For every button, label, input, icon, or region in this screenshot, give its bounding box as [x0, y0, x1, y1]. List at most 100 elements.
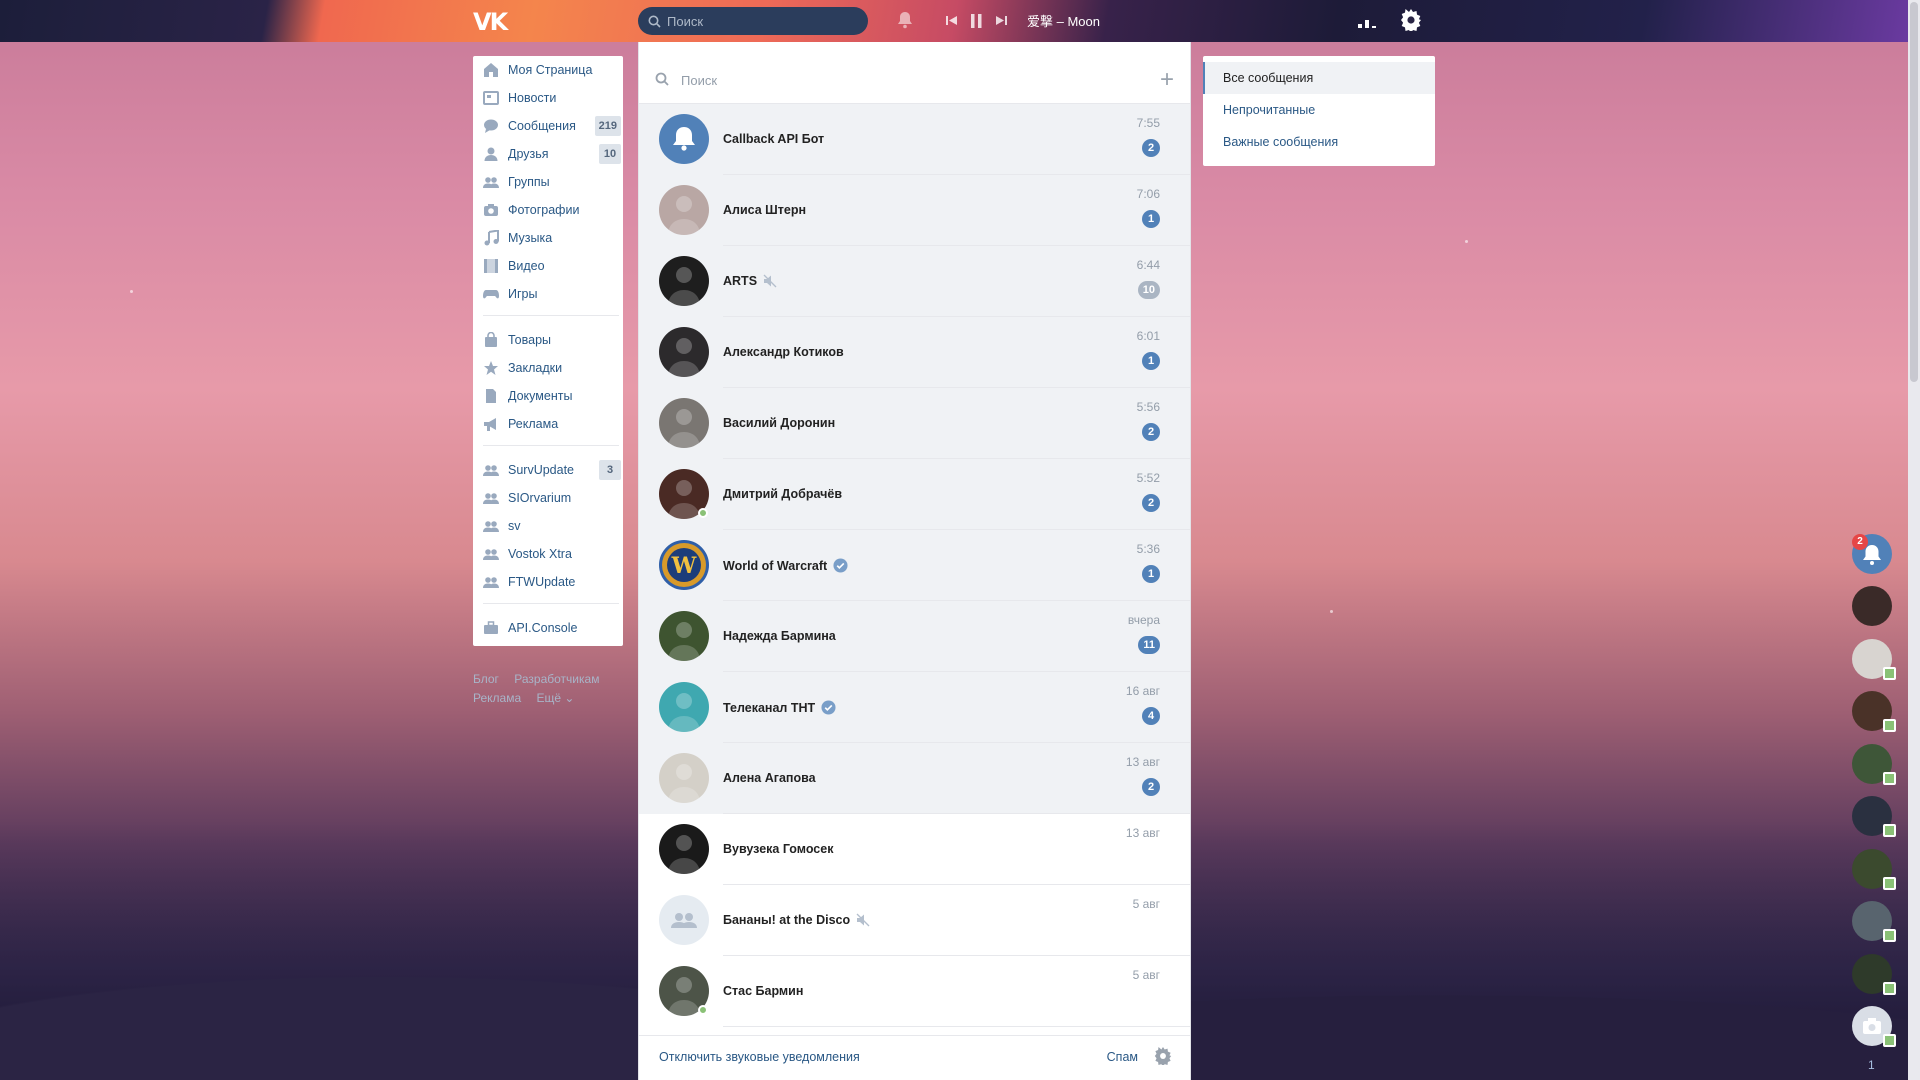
avatar[interactable] — [659, 895, 709, 945]
sidebar-item-label: sv — [508, 519, 521, 533]
svg-text:W: W — [671, 553, 697, 579]
filter-important[interactable]: Важные сообщения — [1203, 126, 1435, 158]
dialog-time: вчера — [1127, 613, 1160, 627]
filter-all-messages[interactable]: Все сообщения — [1203, 62, 1435, 94]
settings-gear-icon[interactable] — [1400, 9, 1422, 31]
page-scrollbar[interactable] — [1908, 0, 1920, 1080]
dialog-row[interactable]: Дмитрий Добрачёв 5:52 2 — [639, 459, 1190, 530]
dialog-row[interactable]: Алена Агапова 13 авг 2 — [639, 743, 1190, 814]
new-message-plus-icon[interactable]: + — [1160, 68, 1174, 92]
sidebar-item-photos[interactable]: Фотографии — [473, 196, 623, 224]
dialog-row[interactable]: Василий Доронин 5:56 2 — [639, 388, 1190, 459]
audio-player: 爱撃 – Moon — [946, 11, 1100, 30]
pause-icon[interactable] — [971, 13, 982, 28]
sidebar-item-label: Музыка — [508, 231, 553, 245]
dialog-name-text: Алена Агапова — [723, 771, 816, 785]
sidebar-item-slorvarium[interactable]: SIOrvarium — [473, 484, 623, 512]
next-track-icon[interactable] — [996, 15, 1007, 26]
footer-link-ads[interactable]: Реклама — [473, 691, 521, 705]
dialog-row[interactable]: Алиса Штерн 7:06 1 — [639, 175, 1190, 246]
avatar[interactable] — [659, 398, 709, 448]
dialog-name-text: Телеканал ТНТ — [723, 701, 816, 715]
dialog-row[interactable]: Надежда Бармина вчера 11 — [639, 601, 1190, 672]
sidebar-item-sv[interactable]: sv — [473, 512, 623, 540]
user-photo-icon — [668, 764, 700, 803]
vk-logo[interactable]: VK — [473, 8, 508, 36]
previous-track-icon[interactable] — [946, 15, 957, 26]
user-photo-icon — [668, 835, 700, 874]
dialog-row[interactable]: Вувузека Гомосек 13 авг — [639, 814, 1190, 885]
sidebar-item-vostok-xtra[interactable]: Vostok Xtra — [473, 540, 623, 568]
avatar[interactable] — [659, 114, 709, 164]
avatar[interactable] — [659, 327, 709, 377]
dialog-name-text: Вувузека Гомосек — [723, 842, 834, 856]
megaphone-icon — [484, 418, 496, 431]
now-playing-track[interactable]: 爱撃 – Moon — [1027, 11, 1100, 30]
sidebar-item-groups[interactable]: Группы — [473, 168, 623, 196]
message-icon — [484, 119, 498, 133]
sidebar-item-label: Друзья — [508, 147, 549, 161]
sidebar-item-label: Новости — [508, 91, 557, 105]
group-icon — [483, 465, 499, 476]
dialog-name: Василий Доронин — [723, 416, 835, 430]
friend-icon — [484, 147, 498, 161]
dialog-name: World of Warcraft — [723, 558, 848, 576]
dialog-row[interactable]: ARTS 6:44 10 — [639, 246, 1190, 317]
sidebar-item-video[interactable]: Видео — [473, 252, 623, 280]
unread-count-badge: 2 — [1142, 494, 1160, 512]
avatar[interactable] — [659, 611, 709, 661]
avatar[interactable] — [659, 824, 709, 874]
avatar[interactable]: W — [659, 540, 709, 590]
user-photo-icon — [668, 196, 700, 235]
notifications-bell-icon[interactable] — [897, 11, 913, 29]
sidebar-item-ftwupdate[interactable]: FTWUpdate — [473, 568, 623, 596]
avatar[interactable] — [659, 256, 709, 306]
footer-link-blog[interactable]: Блог — [473, 672, 499, 686]
sidebar-item-bookmarks[interactable]: Закладки — [473, 354, 623, 382]
dialog-row[interactable]: Телеканал ТНТ 16 авг 4 — [639, 672, 1190, 743]
top-search-input[interactable]: Поиск — [638, 7, 868, 35]
dialog-time: 5:52 — [1136, 471, 1160, 485]
dialog-row[interactable]: W World of Warcraft 5:36 1 — [639, 530, 1190, 601]
dialog-row[interactable]: Бананы! at the Disco 5 авг — [639, 885, 1190, 956]
avatar[interactable] — [659, 753, 709, 803]
dialog-name: Вувузека Гомосек — [723, 842, 833, 856]
sidebar-item-friends[interactable]: Друзья 10 — [473, 140, 623, 168]
scrollbar-thumb[interactable] — [1910, 2, 1918, 382]
sidebar-item-music[interactable]: Музыка — [473, 224, 623, 252]
messages-count-badge: 219 — [594, 116, 621, 136]
sidebar-item-ads[interactable]: Реклама — [473, 410, 623, 438]
dialog-row[interactable]: Callback API Бот 7:55 2 — [639, 104, 1190, 175]
dialog-row[interactable]: Александр Котиков 6:01 1 — [639, 317, 1190, 388]
sidebar-item-documents[interactable]: Документы — [473, 382, 623, 410]
messages-search-bar[interactable]: Поиск + — [639, 56, 1190, 104]
avatar[interactable] — [659, 185, 709, 235]
top-search-placeholder: Поиск — [667, 13, 704, 29]
group-chat-icon — [671, 913, 697, 928]
sidebar-item-my-page[interactable]: Моя Страница — [473, 56, 623, 84]
footer-link-developers[interactable]: Разработчикам — [514, 672, 599, 686]
messages-settings-gear-icon[interactable] — [1154, 1047, 1172, 1065]
signal-bars-icon[interactable] — [1358, 16, 1376, 28]
dialog-row[interactable]: Стас Бармин 5 авг — [639, 956, 1190, 1027]
online-indicator — [1883, 929, 1896, 942]
sidebar-item-api-console[interactable]: API.Console — [473, 614, 623, 642]
avatar[interactable] — [659, 682, 709, 732]
online-indicator — [1883, 1034, 1896, 1047]
filter-unread[interactable]: Непрочитанные — [1203, 94, 1435, 126]
message-filters: Все сообщения Непрочитанные Важные сообщ… — [1203, 56, 1435, 166]
sidebar-item-messages[interactable]: Сообщения 219 — [473, 112, 623, 140]
spam-link[interactable]: Спам — [1107, 1050, 1138, 1064]
dialog-name: Алена Агапова — [723, 771, 816, 785]
sidebar-item-news[interactable]: Новости — [473, 84, 623, 112]
dialog-name-text: Дмитрий Добрачёв — [723, 487, 843, 501]
sidebar-item-games[interactable]: Игры — [473, 280, 623, 308]
sidebar-item-survupdate[interactable]: SurvUpdate 3 — [473, 456, 623, 484]
sidebar-item-label: Документы — [508, 389, 573, 403]
mute-notifications-link[interactable]: Отключить звуковые уведомления — [659, 1050, 860, 1064]
side-friend-avatar[interactable] — [1852, 586, 1892, 626]
footer-link-more[interactable]: Ещё ⌄ — [536, 691, 574, 705]
bag-icon — [485, 332, 497, 347]
sidebar-item-goods[interactable]: Товары — [473, 326, 623, 354]
filter-label: Важные сообщения — [1223, 135, 1339, 149]
